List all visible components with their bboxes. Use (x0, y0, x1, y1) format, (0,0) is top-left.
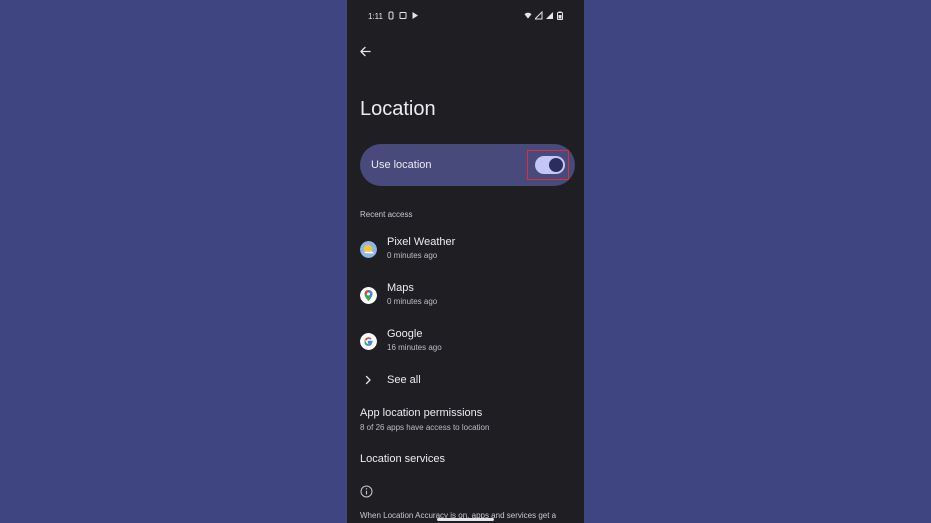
status-bar: 1:11 (347, 0, 584, 32)
notification-icon (388, 11, 394, 20)
wifi-icon (524, 12, 532, 19)
toggle-knob (549, 158, 563, 172)
page-title: Location (360, 98, 436, 120)
app-name: Google (387, 328, 423, 340)
recent-app-row[interactable]: Pixel Weather 0 minutes ago (360, 235, 570, 267)
chevron-right-icon (365, 375, 371, 385)
weather-icon (360, 241, 377, 258)
recent-app-row[interactable]: Google 16 minutes ago (360, 327, 570, 359)
status-right-icons (524, 11, 563, 20)
see-all-button[interactable]: See all (360, 372, 570, 388)
pref-subtitle: 8 of 26 apps have access to location (360, 423, 490, 432)
app-access-time: 16 minutes ago (387, 343, 442, 352)
app-name: Pixel Weather (387, 236, 456, 248)
signal-icon (535, 11, 543, 20)
back-button[interactable] (354, 40, 376, 62)
navigation-handle[interactable] (437, 518, 494, 521)
pref-title: App location permissions (360, 407, 483, 419)
battery-icon (557, 11, 563, 20)
app-access-time: 0 minutes ago (387, 251, 438, 260)
signal-icon (546, 12, 553, 19)
phone-screen: 1:11 Location Use location Recent access… (347, 0, 584, 523)
app-access-time: 0 minutes ago (387, 297, 438, 306)
maps-icon (360, 287, 377, 304)
info-icon (360, 485, 373, 498)
location-services[interactable]: Location services (360, 453, 570, 465)
use-location-label: Use location (371, 159, 432, 171)
use-location-toggle[interactable] (535, 156, 565, 174)
app-location-permissions[interactable]: App location permissions 8 of 26 apps ha… (360, 407, 570, 432)
recent-access-heading: Recent access (360, 210, 413, 219)
pref-title: Location services (360, 453, 445, 465)
app-name: Maps (387, 282, 414, 294)
see-all-label: See all (387, 374, 421, 386)
use-location-card[interactable]: Use location (360, 144, 575, 186)
clipboard-icon (399, 12, 407, 19)
recent-app-row[interactable]: Maps 0 minutes ago (360, 281, 570, 313)
play-store-icon (412, 12, 418, 19)
status-left-icons (387, 11, 419, 20)
back-arrow-icon (359, 46, 371, 56)
google-icon (360, 333, 377, 350)
status-time: 1:11 (368, 12, 383, 21)
